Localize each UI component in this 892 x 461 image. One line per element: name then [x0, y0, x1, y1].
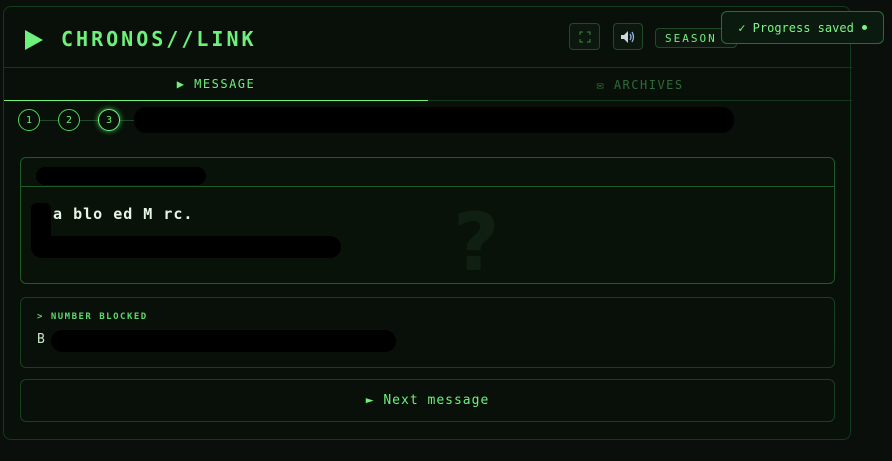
step-1[interactable]: 1: [18, 109, 40, 131]
redaction-bar: [134, 107, 734, 133]
tab-bar: ▶ MESSAGE ✉ ARCHIVES: [4, 68, 852, 101]
blocked-redaction: [51, 330, 396, 352]
play-icon: [25, 30, 43, 50]
toast-text: ✓ Progress saved: [738, 20, 854, 35]
message-card-header: [21, 158, 834, 187]
tab-archives-label: ✉ ARCHIVES: [596, 77, 684, 92]
fullscreen-button[interactable]: [569, 23, 600, 50]
status-dot-icon: [861, 25, 867, 30]
fullscreen-icon: [579, 31, 590, 42]
progress-toast: ✓ Progress saved: [721, 11, 884, 44]
step-2[interactable]: 2: [58, 109, 80, 131]
speaker-icon: [621, 30, 635, 43]
sound-button[interactable]: [613, 23, 643, 50]
blocked-label: > NUMBER BLOCKED: [37, 312, 148, 322]
next-message-button[interactable]: ► Next message: [20, 379, 835, 422]
message-text: ca blo ed M rc.: [43, 205, 194, 223]
step-3[interactable]: 3: [98, 109, 120, 131]
tab-message[interactable]: ▶ MESSAGE: [4, 68, 428, 101]
tab-archives[interactable]: ✉ ARCHIVES: [428, 68, 852, 101]
app-title: CHRONOS//LINK: [61, 27, 257, 51]
message-card: ? ca blo ed M rc.: [20, 157, 835, 289]
tab-message-label: ▶ MESSAGE: [176, 77, 256, 91]
blocked-notice: > NUMBER BLOCKED B .. ion.: [20, 297, 835, 368]
question-mark-icon: ?: [453, 196, 500, 289]
sender-redaction: [36, 167, 206, 185]
app-window: CHRONOS//LINK SEASON ▶ MESSAGE ✉ ARCHIVE…: [3, 6, 852, 440]
message-redaction: [31, 236, 341, 258]
